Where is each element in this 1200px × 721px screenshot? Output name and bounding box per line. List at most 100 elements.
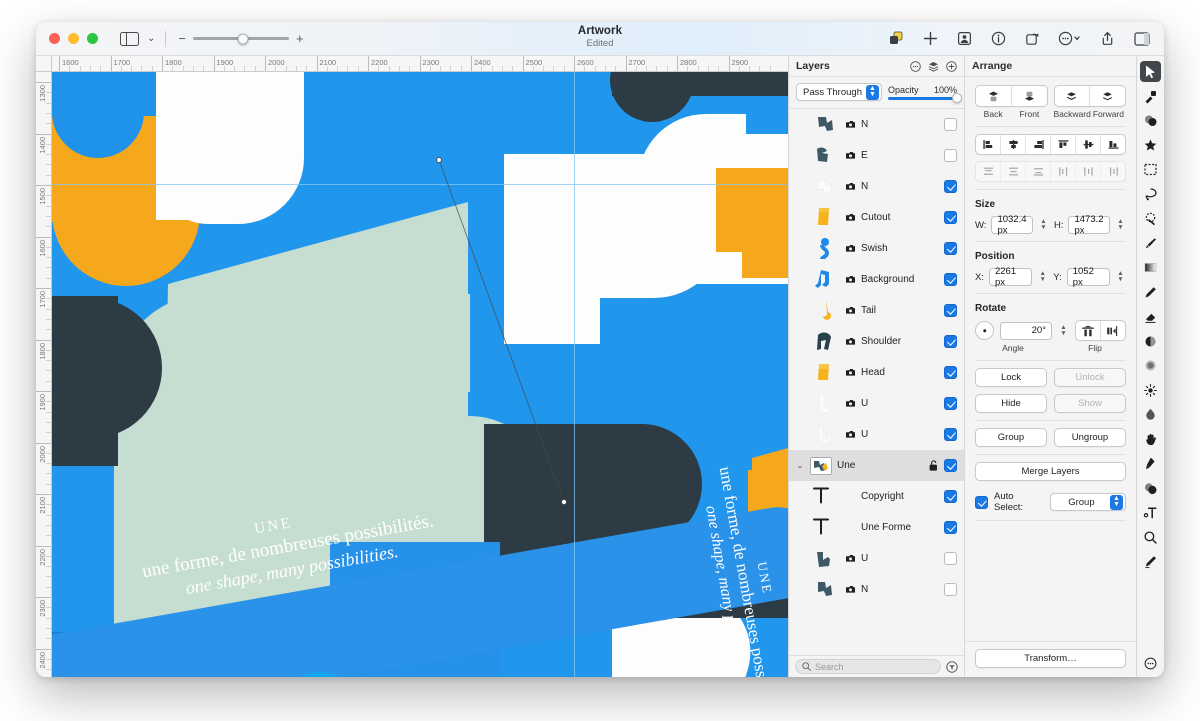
- zoom-tool-icon[interactable]: [1140, 527, 1161, 548]
- layer-list[interactable]: N E N Cutout Swish Background Tail Shoulder Head…: [789, 109, 964, 655]
- zoom-slider-knob[interactable]: [237, 33, 249, 44]
- distribute-bottom-button[interactable]: [1026, 162, 1051, 181]
- shapes-tool-icon[interactable]: [888, 30, 905, 47]
- lasso-select-icon[interactable]: [1140, 184, 1161, 205]
- layer-row[interactable]: Swish: [789, 233, 964, 264]
- layer-visibility-checkbox[interactable]: [944, 211, 957, 224]
- rotate-dial[interactable]: [975, 321, 994, 340]
- search-input[interactable]: Search: [795, 659, 941, 674]
- align-top-button[interactable]: [1051, 135, 1076, 154]
- maximize-button[interactable]: [87, 33, 98, 44]
- send-backward-button[interactable]: [1055, 86, 1091, 106]
- layer-visibility-checkbox[interactable]: [944, 273, 957, 286]
- ruler-vertical[interactable]: 1300 1400 1500 1600 1700 1800 1900 2000 2100 2200…: [36, 56, 52, 677]
- opacity-slider-track[interactable]: [887, 93, 962, 103]
- media-icon[interactable]: [956, 30, 973, 47]
- filter-icon[interactable]: [946, 660, 958, 673]
- marquee-select-icon[interactable]: [1140, 159, 1161, 180]
- layer-row[interactable]: Une Forme: [789, 512, 964, 543]
- lock-icon[interactable]: [927, 460, 939, 471]
- align-right-button[interactable]: [1026, 135, 1051, 154]
- share-icon[interactable]: [1099, 30, 1116, 47]
- add-icon[interactable]: [922, 30, 939, 47]
- angle-input[interactable]: 20°: [1000, 321, 1052, 340]
- move-tool-icon[interactable]: [1140, 61, 1161, 82]
- align-center-horizontal-button[interactable]: [1001, 135, 1026, 154]
- layer-row[interactable]: N: [789, 574, 964, 605]
- distribute-top-button[interactable]: [976, 162, 1001, 181]
- layer-row[interactable]: Shoulder: [789, 326, 964, 357]
- close-button[interactable]: [49, 33, 60, 44]
- align-middle-vertical-button[interactable]: [1076, 135, 1101, 154]
- sidebar-toggle-icon[interactable]: [120, 31, 139, 46]
- layer-visibility-checkbox[interactable]: [944, 397, 957, 410]
- edit-pencil-icon[interactable]: [1140, 551, 1161, 572]
- position-x-stepper[interactable]: ▲ ▼: [1037, 269, 1048, 286]
- position-x-input[interactable]: 2261 px: [988, 266, 1033, 288]
- rotate-icon[interactable]: [1024, 30, 1041, 47]
- inspector-toggle-icon[interactable]: [1133, 30, 1150, 47]
- lock-button[interactable]: Lock: [975, 368, 1047, 387]
- height-stepper[interactable]: ▲ ▼: [1115, 217, 1126, 234]
- paintbrush-icon[interactable]: [1140, 233, 1161, 254]
- layer-visibility-checkbox[interactable]: [944, 490, 957, 503]
- layer-row[interactable]: E: [789, 140, 964, 171]
- layer-visibility-checkbox[interactable]: [944, 428, 957, 441]
- smudge-tool-icon[interactable]: [1140, 404, 1161, 425]
- layer-row[interactable]: U: [789, 419, 964, 450]
- star-tool-icon[interactable]: [1140, 135, 1161, 156]
- layer-row[interactable]: Tail: [789, 295, 964, 326]
- selection-node-bottom[interactable]: [561, 499, 567, 505]
- group-button[interactable]: Group: [975, 428, 1047, 447]
- blur-tool-icon[interactable]: [1140, 355, 1161, 376]
- width-input[interactable]: 1032.4 px: [991, 214, 1033, 236]
- add-layer-icon[interactable]: [946, 60, 957, 72]
- pencil-icon[interactable]: [1140, 282, 1161, 303]
- layer-visibility-checkbox[interactable]: [944, 242, 957, 255]
- layer-row[interactable]: U: [789, 388, 964, 419]
- layer-search-bar[interactable]: Search: [789, 655, 964, 677]
- gradient-tool-icon[interactable]: [1140, 257, 1161, 278]
- position-y-stepper[interactable]: ▲ ▼: [1115, 269, 1126, 286]
- position-y-input[interactable]: 1052 px: [1066, 266, 1110, 288]
- chevron-down-icon[interactable]: ⌄: [147, 33, 155, 44]
- fill-tool-icon[interactable]: [1140, 478, 1161, 499]
- layer-row[interactable]: Cutout: [789, 202, 964, 233]
- opacity-slider-knob[interactable]: [952, 93, 962, 103]
- align-left-button[interactable]: [976, 135, 1001, 154]
- layer-row[interactable]: N: [789, 171, 964, 202]
- eraser-icon[interactable]: [1140, 306, 1161, 327]
- layer-visibility-checkbox[interactable]: [944, 583, 957, 596]
- ungroup-button[interactable]: Ungroup: [1054, 428, 1126, 447]
- align-bottom-button[interactable]: [1101, 135, 1125, 154]
- layer-visibility-checkbox[interactable]: [944, 118, 957, 131]
- transform-button[interactable]: Transform…: [975, 649, 1126, 668]
- layer-visibility-checkbox[interactable]: [944, 459, 957, 472]
- layers-stack-icon[interactable]: [928, 61, 939, 72]
- auto-select-checkbox[interactable]: [975, 495, 988, 509]
- zoom-slider[interactable]: − +: [178, 32, 303, 45]
- chevron-updown-icon[interactable]: ▲ ▼: [865, 84, 879, 100]
- layer-row[interactable]: Head: [789, 357, 964, 388]
- bring-to-front-button[interactable]: [1012, 86, 1047, 106]
- layer-visibility-checkbox[interactable]: [944, 180, 957, 193]
- layer-row[interactable]: U: [789, 543, 964, 574]
- tool-options-icon[interactable]: [1140, 653, 1161, 674]
- hand-tool-icon[interactable]: [1140, 429, 1161, 450]
- info-icon[interactable]: [990, 30, 1007, 47]
- bring-forward-button[interactable]: [1090, 86, 1125, 106]
- auto-select-dropdown[interactable]: Group ▲ ▼: [1049, 493, 1126, 511]
- layer-row[interactable]: ⌄ Une: [789, 450, 964, 481]
- sharpen-tool-icon[interactable]: [1140, 380, 1161, 401]
- artboard[interactable]: UNE une forme, de nombreuses possibilité…: [52, 72, 788, 677]
- dodge-tool-icon[interactable]: [1140, 331, 1161, 352]
- layer-visibility-checkbox[interactable]: [944, 521, 957, 534]
- chevron-updown-icon[interactable]: ▲ ▼: [1110, 494, 1123, 510]
- layer-row[interactable]: Background: [789, 264, 964, 295]
- layer-visibility-checkbox[interactable]: [944, 149, 957, 162]
- flip-horizontal-button[interactable]: [1101, 321, 1125, 340]
- shape-tool-icon[interactable]: [1140, 110, 1161, 131]
- distribute-right-button[interactable]: [1101, 162, 1125, 181]
- layer-row[interactable]: Copyright: [789, 481, 964, 512]
- layer-row[interactable]: N: [789, 109, 964, 140]
